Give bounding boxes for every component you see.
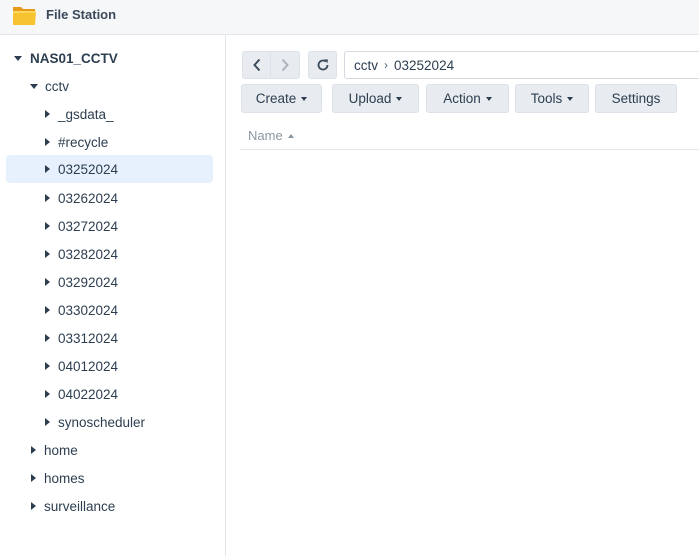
tree-item-label: _gsdata_ (58, 106, 114, 122)
chevron-right-icon (280, 58, 290, 72)
settings-button[interactable]: Settings (595, 84, 677, 113)
expand-arrow-icon[interactable] (45, 278, 50, 286)
tree-item-label: cctv (45, 78, 70, 94)
chevron-left-icon (252, 58, 262, 72)
tree-item-label: 03292024 (58, 274, 119, 290)
column-header-label: Name (248, 128, 283, 143)
file-list-panel: cctv › 03252024 Create Upload Action Too… (227, 35, 699, 556)
folder-tree: NAS01_CCTV cctv _gsdata_ #recycle 032520… (0, 35, 226, 556)
forward-button[interactable] (271, 51, 300, 79)
tree-item-homes[interactable]: homes (31, 464, 214, 492)
expand-arrow-icon[interactable] (45, 110, 50, 118)
caret-down-icon (396, 97, 403, 101)
tree-item-04022024[interactable]: 04022024 (45, 380, 213, 408)
expand-arrow-icon[interactable] (31, 446, 36, 454)
tree-item-04012024[interactable]: 04012024 (45, 352, 213, 380)
breadcrumb-current[interactable]: 03252024 (394, 58, 454, 73)
tree-item-03262024[interactable]: 03262024 (45, 184, 213, 212)
tools-button-label: Tools (530, 91, 563, 106)
sort-ascending-icon (287, 133, 294, 138)
expand-arrow-icon[interactable] (45, 165, 50, 173)
expand-arrow-icon[interactable] (45, 418, 50, 426)
action-button-label: Action (443, 91, 481, 106)
expand-arrow-icon[interactable] (45, 362, 50, 370)
caret-down-icon (485, 97, 492, 101)
path-bar[interactable]: cctv › 03252024 (344, 51, 699, 79)
expand-arrow-icon[interactable] (45, 138, 50, 146)
caret-down-icon (301, 97, 308, 101)
tree-item-03312024[interactable]: 03312024 (45, 324, 213, 352)
refresh-icon (316, 58, 330, 72)
expand-arrow-icon[interactable] (14, 55, 22, 61)
expand-arrow-icon[interactable] (30, 83, 38, 89)
upload-button[interactable]: Upload (332, 84, 419, 113)
tree-item-label: surveillance (44, 498, 116, 514)
expand-arrow-icon[interactable] (45, 334, 50, 342)
upload-button-label: Upload (348, 91, 392, 106)
tree-item-label: synoscheduler (58, 414, 146, 430)
tree-root-nas01-cctv[interactable]: NAS01_CCTV (14, 44, 214, 72)
tree-item-recycle[interactable]: #recycle (45, 128, 213, 156)
settings-button-label: Settings (611, 91, 661, 106)
tree-item-label: 03282024 (58, 246, 119, 262)
tree-item-label: 03252024 (58, 161, 119, 177)
refresh-button[interactable] (308, 51, 337, 79)
breadcrumb-parent[interactable]: cctv (354, 58, 378, 73)
tree-item-cctv[interactable]: cctv (30, 72, 214, 100)
tree-item-label: 04012024 (58, 358, 119, 374)
caret-down-icon (567, 97, 574, 101)
expand-arrow-icon[interactable] (45, 306, 50, 314)
tree-item-gsdata[interactable]: _gsdata_ (45, 100, 213, 128)
tree-item-label: home (44, 442, 78, 458)
name-column-header[interactable]: Name (240, 122, 699, 150)
tree-item-label: #recycle (58, 134, 109, 150)
tree-item-surveillance[interactable]: surveillance (31, 492, 214, 520)
tree-item-label: homes (44, 470, 85, 486)
create-button[interactable]: Create (241, 84, 322, 113)
tree-item-label: 03302024 (58, 302, 119, 318)
back-button[interactable] (242, 51, 271, 79)
tree-item-03272024[interactable]: 03272024 (45, 212, 213, 240)
tree-item-03292024[interactable]: 03292024 (45, 268, 213, 296)
expand-arrow-icon[interactable] (45, 194, 50, 202)
expand-arrow-icon[interactable] (45, 222, 50, 230)
action-button[interactable]: Action (426, 84, 509, 113)
title-bar: File Station (0, 0, 699, 35)
tools-button[interactable]: Tools (515, 84, 589, 113)
tree-item-home[interactable]: home (31, 436, 214, 464)
tree-item-label: 03312024 (58, 330, 119, 346)
breadcrumb-separator-icon: › (384, 58, 389, 72)
tree-item-label: NAS01_CCTV (30, 50, 118, 66)
expand-arrow-icon[interactable] (45, 250, 50, 258)
tree-item-label: 03262024 (58, 190, 119, 206)
expand-arrow-icon[interactable] (45, 390, 50, 398)
tree-item-03252024[interactable]: 03252024 (6, 155, 213, 183)
tree-item-label: 03272024 (58, 218, 119, 234)
tree-item-03302024[interactable]: 03302024 (45, 296, 213, 324)
window-title: File Station (46, 7, 117, 22)
folder-icon (12, 3, 37, 27)
tree-item-03282024[interactable]: 03282024 (45, 240, 213, 268)
tree-item-label: 04022024 (58, 386, 119, 402)
tree-item-synoscheduler[interactable]: synoscheduler (45, 408, 213, 436)
create-button-label: Create (255, 91, 297, 106)
expand-arrow-icon[interactable] (31, 474, 36, 482)
expand-arrow-icon[interactable] (31, 502, 36, 510)
